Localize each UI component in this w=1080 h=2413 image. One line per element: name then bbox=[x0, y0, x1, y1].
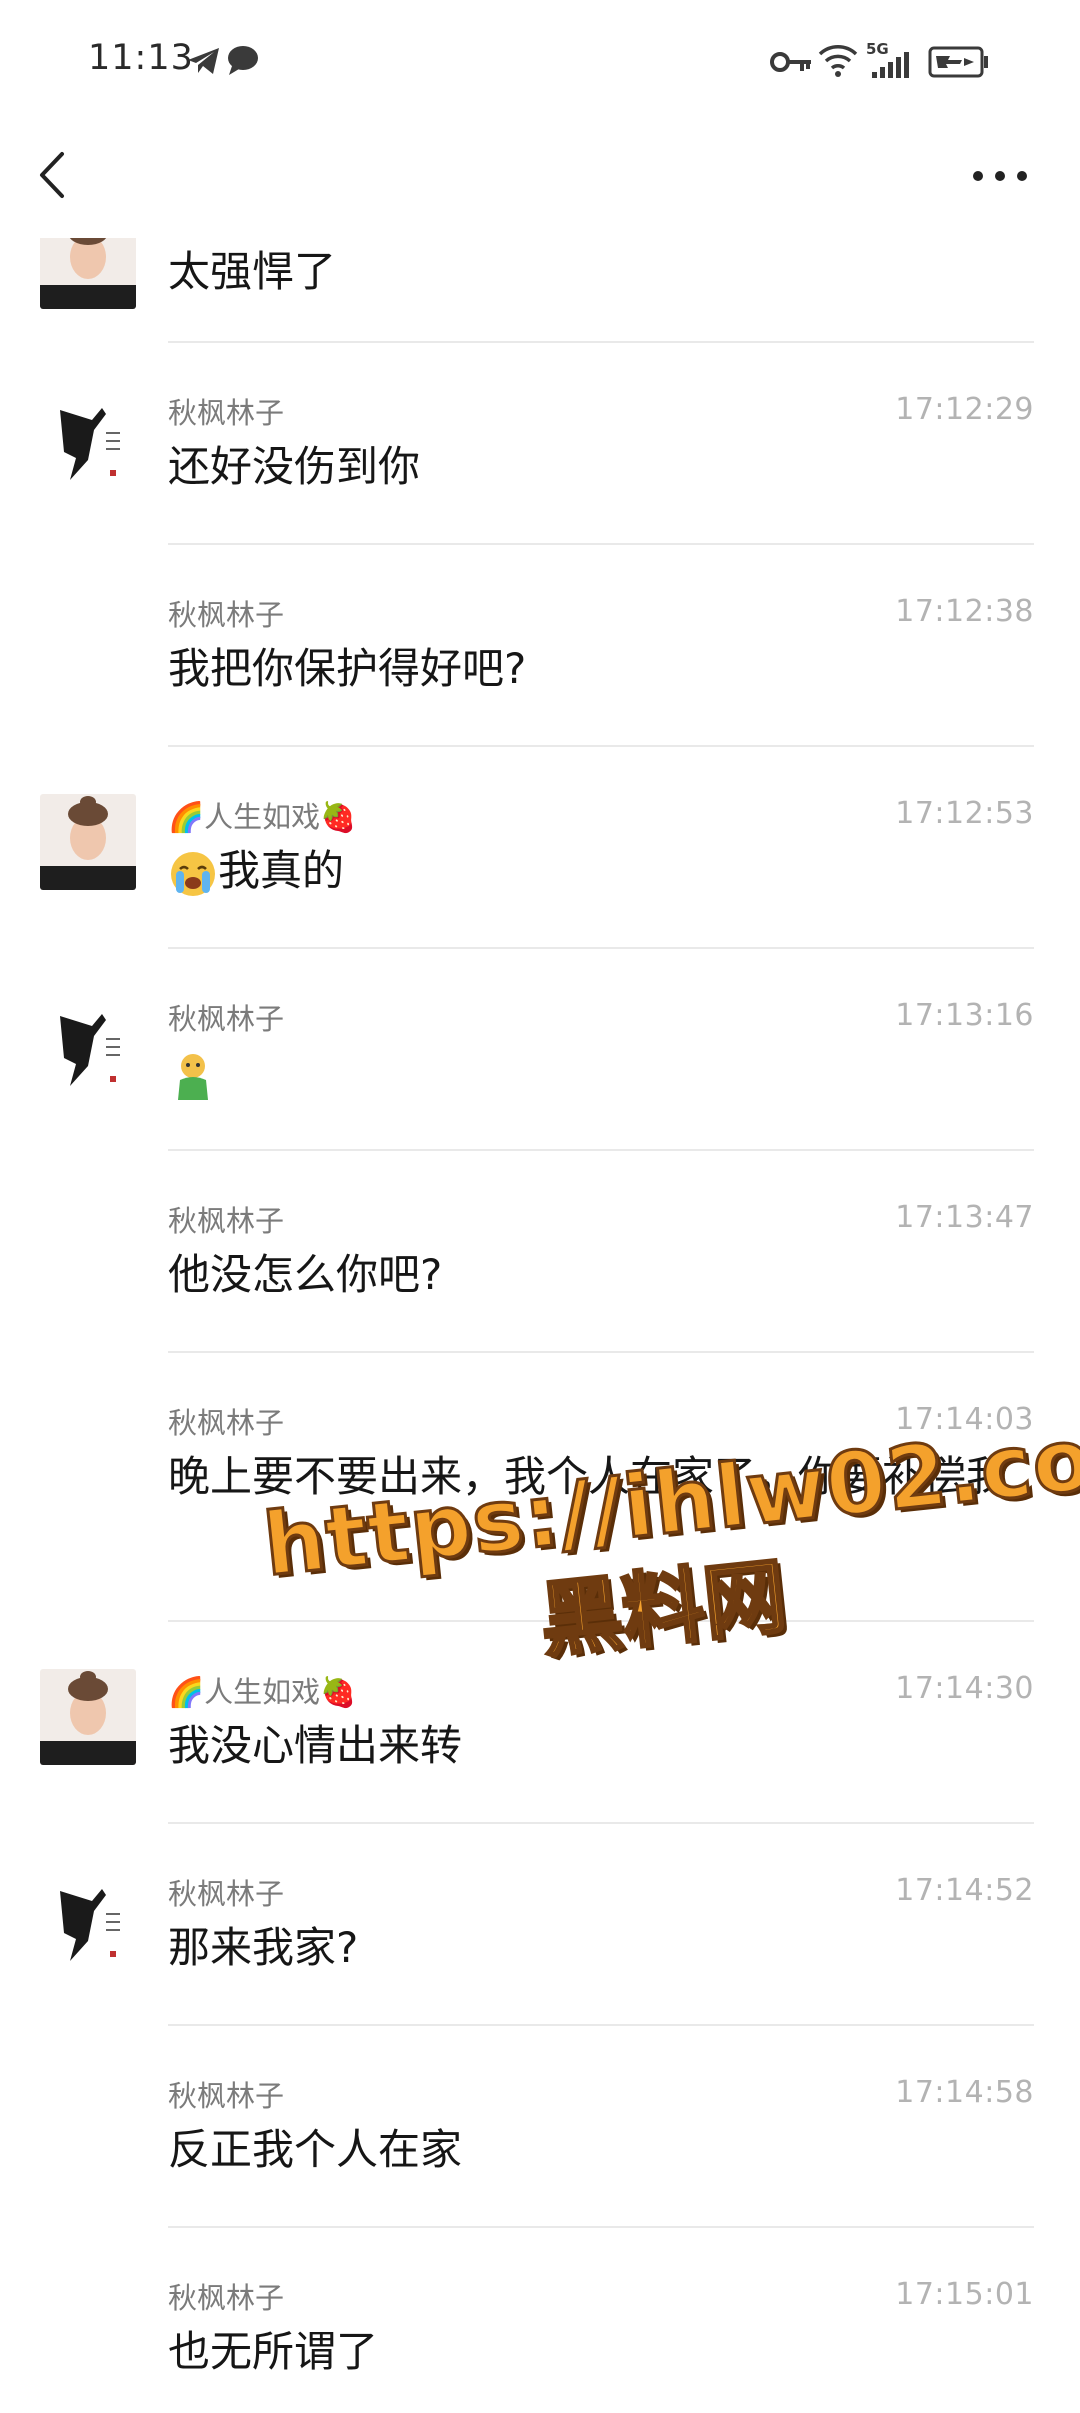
nav-bar bbox=[0, 110, 1080, 238]
message-time: 17:15:01 bbox=[895, 2277, 1034, 2312]
list-item[interactable]: 秋枫林子 17:12:29 还好没伤到你 bbox=[0, 368, 1080, 568]
chat-bubble-icon bbox=[228, 46, 258, 75]
sender-name: 秋枫林子 bbox=[168, 1877, 285, 1911]
conversation-list[interactable]: 太强悍了 秋枫林子 17:12:29 还好没伤到你 秋枫林子 17:12:38 … bbox=[0, 238, 1080, 2413]
message-time: 17:12:38 bbox=[895, 594, 1034, 629]
divider bbox=[168, 1149, 1034, 1151]
back-button[interactable] bbox=[22, 140, 92, 210]
status-time: 11:13 bbox=[88, 38, 194, 78]
divider bbox=[168, 745, 1034, 747]
chevron-left-icon bbox=[40, 152, 64, 198]
sender-name: 🌈人生如戏🍓 bbox=[168, 800, 357, 834]
list-item[interactable]: 秋枫林子 17:13:47 他没怎么你吧? bbox=[0, 1176, 1080, 1376]
calligraphy-avatar[interactable] bbox=[40, 996, 136, 1092]
divider bbox=[168, 947, 1034, 949]
wifi-icon bbox=[818, 45, 858, 77]
message-time: 17:12:29 bbox=[895, 392, 1034, 427]
message-time: 17:12:53 bbox=[895, 796, 1034, 831]
list-item[interactable]: 秋枫林子 17:15:01 也无所谓了 bbox=[0, 2253, 1080, 2413]
sender-name: 秋枫林子 bbox=[168, 2281, 285, 2315]
sender-name: 秋枫林子 bbox=[168, 1204, 285, 1238]
message-time: 17:14:52 bbox=[895, 1873, 1034, 1908]
crying-face-emoji bbox=[171, 851, 215, 896]
divider bbox=[168, 1822, 1034, 1824]
sender-name: 秋枫林子 bbox=[168, 2079, 285, 2113]
message-text: 我把你保护得好吧? bbox=[168, 644, 527, 693]
message-text: 他没怎么你吧? bbox=[168, 1250, 443, 1299]
key-icon bbox=[770, 52, 811, 72]
message-text-row: 我真的 bbox=[168, 842, 1038, 900]
more-button[interactable] bbox=[960, 146, 1040, 206]
message-text: 反正我个人在家 bbox=[168, 2125, 463, 2174]
message-time: 17:14:58 bbox=[895, 2075, 1034, 2110]
green-sticker-emoji bbox=[178, 1053, 208, 1100]
woman-avatar[interactable] bbox=[40, 1669, 136, 1765]
message-text: 还好没伤到你 bbox=[168, 442, 421, 491]
status-bar: 11:13 5G bbox=[0, 0, 1080, 110]
message-text: 我真的 bbox=[218, 846, 345, 895]
divider bbox=[168, 2024, 1034, 2026]
message-text-row bbox=[168, 1044, 1038, 1102]
divider bbox=[168, 1351, 1034, 1353]
sender-name: 秋枫林子 bbox=[168, 1002, 285, 1036]
battery-charging-icon bbox=[928, 46, 988, 78]
message-time: 17:13:16 bbox=[895, 998, 1034, 1033]
divider bbox=[168, 2226, 1034, 2228]
divider bbox=[168, 543, 1034, 545]
message-time: 17:13:47 bbox=[895, 1200, 1034, 1235]
calligraphy-avatar[interactable] bbox=[40, 1871, 136, 1967]
woman-avatar[interactable] bbox=[40, 794, 136, 890]
sender-name: 秋枫林子 bbox=[168, 396, 285, 430]
list-item[interactable]: 秋枫林子 17:14:58 反正我个人在家 bbox=[0, 2051, 1080, 2251]
signal-icon bbox=[872, 52, 909, 78]
list-item[interactable]: 秋枫林子 17:13:16 bbox=[0, 974, 1080, 1174]
sender-name: 秋枫林子 bbox=[168, 598, 285, 632]
woman-avatar[interactable] bbox=[40, 238, 136, 309]
list-item[interactable]: 秋枫林子 17:14:52 那来我家? bbox=[0, 1849, 1080, 2049]
more-dots-icon bbox=[973, 171, 1027, 181]
telegram-icon bbox=[188, 48, 219, 74]
message-text: 太强悍了 bbox=[168, 247, 337, 296]
message-text: 那来我家? bbox=[168, 1923, 359, 1972]
message-text: 也无所谓了 bbox=[168, 2327, 379, 2376]
sender-name: 秋枫林子 bbox=[168, 1406, 285, 1440]
list-item[interactable]: 🌈人生如戏🍓 17:12:53 我真的 bbox=[0, 772, 1080, 972]
divider bbox=[168, 341, 1034, 343]
list-item[interactable]: 秋枫林子 17:12:38 我把你保护得好吧? bbox=[0, 570, 1080, 770]
calligraphy-avatar[interactable] bbox=[40, 390, 136, 486]
